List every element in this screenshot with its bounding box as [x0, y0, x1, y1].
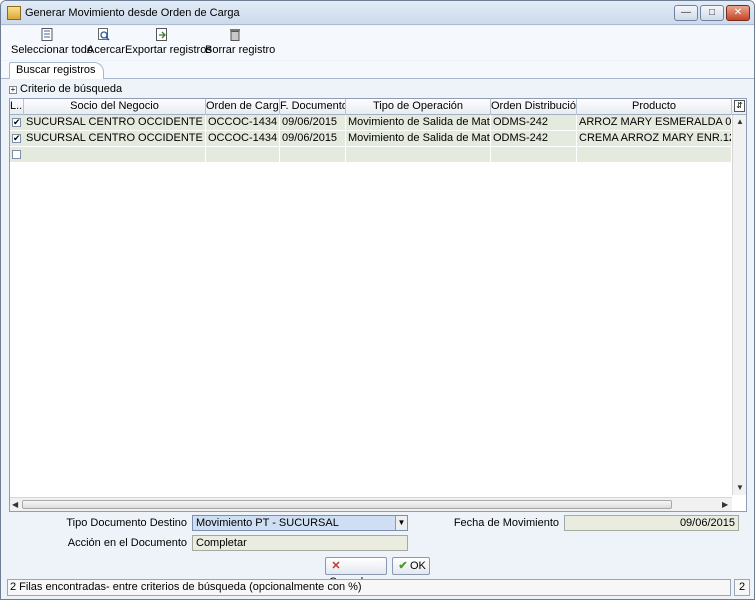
expand-icon: +: [9, 85, 17, 94]
tab-buscar-registros[interactable]: Buscar registros: [9, 62, 105, 79]
horizontal-scroll-thumb[interactable]: [22, 500, 672, 509]
app-icon: [7, 6, 21, 20]
search-criteria-toggle[interactable]: + Criterio de búsqueda: [9, 83, 122, 95]
fecha-movimiento-field[interactable]: 09/06/2015: [564, 515, 739, 531]
ok-button[interactable]: ✔ OK: [392, 557, 430, 575]
delete-record-button[interactable]: Borrar registro: [205, 28, 276, 58]
toolbar: Seleccionar todo Acercar Exportar regist…: [1, 26, 754, 60]
scroll-left-icon[interactable]: ◀: [12, 500, 18, 509]
table-row[interactable]: [10, 147, 732, 163]
delete-record-label: Borrar registro: [205, 44, 276, 56]
cell-producto: [577, 147, 732, 162]
select-all-icon: [41, 28, 53, 41]
zoom-button[interactable]: Acercar: [87, 28, 125, 58]
fecha-movimiento-label: Fecha de Movimiento: [453, 517, 559, 529]
cancel-icon: ✕: [331, 560, 341, 572]
check-icon: ✔: [398, 560, 408, 572]
cell-fecha: 09/06/2015: [280, 115, 346, 130]
cell-tipo-operacion: Movimiento de Salida de Material: [348, 131, 491, 146]
column-header-fecha[interactable]: F. Documento: [280, 99, 346, 115]
cell-orden-carga: [206, 147, 280, 162]
cell-socio: SUCURSAL CENTRO OCCIDENTE CAJA: [24, 115, 206, 130]
column-header-orden-carga[interactable]: Orden de Carga: [206, 99, 280, 115]
scroll-right-icon[interactable]: ▶: [722, 500, 728, 509]
cell-socio: [24, 147, 206, 162]
cell-orden-distribucion: [491, 147, 577, 162]
zoom-label: Acercar: [87, 44, 125, 56]
table-row[interactable]: ✔ SUCURSAL CENTRO OCCIDENTE CAJA OCCOC-1…: [10, 131, 732, 147]
column-header-tipo-operacion[interactable]: Tipo de Operación: [346, 99, 491, 115]
cancel-button[interactable]: ✕Cancelar: [325, 557, 387, 588]
export-icon: [156, 28, 167, 41]
main-window: Generar Movimiento desde Orden de Carga …: [0, 0, 755, 600]
tipo-documento-value: Movimiento PT - SUCURSAL: [196, 517, 339, 529]
title-bar: Generar Movimiento desde Orden de Carga …: [1, 1, 754, 25]
cell-orden-distribucion: ODMS-242: [491, 131, 577, 146]
minimize-button[interactable]: —: [674, 5, 698, 21]
export-label: Exportar registros: [125, 44, 212, 56]
tab-bar: Buscar registros: [1, 61, 754, 79]
vertical-scrollbar[interactable]: ▲ ▼: [732, 115, 746, 495]
cell-orden-distribucion: ODMS-242: [491, 115, 577, 130]
accion-documento-field[interactable]: Completar: [192, 535, 408, 551]
close-button[interactable]: ✕: [726, 5, 750, 21]
tipo-documento-label: Tipo Documento Destino: [66, 517, 187, 529]
cell-fecha: [280, 147, 346, 162]
maximize-button[interactable]: □: [700, 5, 724, 21]
cell-orden-carga: OCCOC-1434: [206, 115, 280, 130]
row-checkbox[interactable]: ✔: [12, 134, 21, 143]
row-checkbox[interactable]: ✔: [12, 118, 21, 127]
column-header-producto[interactable]: Producto: [577, 99, 732, 115]
zoom-icon: [98, 28, 110, 41]
scroll-up-icon[interactable]: ▲: [736, 117, 744, 126]
window-title: Generar Movimiento desde Orden de Carga: [25, 7, 240, 19]
cell-tipo-operacion: Movimiento de Salida de Material: [348, 115, 491, 130]
export-button[interactable]: Exportar registros: [125, 28, 212, 58]
scroll-down-icon[interactable]: ▼: [736, 483, 744, 492]
ok-label: OK: [410, 560, 426, 572]
results-grid: L... Socio del Negocio Orden de Carga F.…: [9, 98, 747, 512]
grid-header: L... Socio del Negocio Orden de Carga F.…: [10, 99, 746, 115]
column-header-orden-distribucion[interactable]: Orden Distribución: [491, 99, 577, 115]
column-chooser-icon[interactable]: ⇵: [734, 100, 745, 112]
tipo-documento-select[interactable]: Movimiento PT - SUCURSAL ▼: [192, 515, 408, 531]
status-bar: 2 Filas encontradas- entre criterios de …: [7, 579, 731, 596]
cell-orden-carga: OCCOC-1434: [206, 131, 280, 146]
select-all-button[interactable]: Seleccionar todo: [11, 28, 93, 58]
cell-fecha: 09/06/2015: [280, 131, 346, 146]
cell-socio: SUCURSAL CENTRO OCCIDENTE CAJA: [24, 131, 206, 146]
row-checkbox[interactable]: [12, 150, 21, 159]
search-criteria-label: Criterio de búsqueda: [20, 83, 123, 95]
search-panel: + Criterio de búsqueda L... Socio del Neg…: [7, 79, 749, 588]
column-header-selection[interactable]: L...: [10, 99, 24, 115]
accion-documento-label: Acción en el Documento: [67, 537, 187, 549]
trash-icon: [230, 29, 240, 41]
cell-producto: CREMA ARROZ MARY ENR.12X450: [577, 131, 732, 146]
select-all-label: Seleccionar todo: [11, 44, 93, 56]
cell-tipo-operacion: [346, 147, 491, 162]
status-count: 2: [734, 579, 750, 596]
table-row[interactable]: ✔ SUCURSAL CENTRO OCCIDENTE CAJA OCCOC-1…: [10, 115, 732, 131]
horizontal-scrollbar[interactable]: ◀ ▶: [10, 497, 732, 511]
column-header-socio[interactable]: Socio del Negocio: [24, 99, 206, 115]
cell-producto: ARROZ MARY ESMERALDA 0.5% 24X1: [579, 115, 732, 130]
chevron-down-icon[interactable]: ▼: [395, 516, 407, 530]
